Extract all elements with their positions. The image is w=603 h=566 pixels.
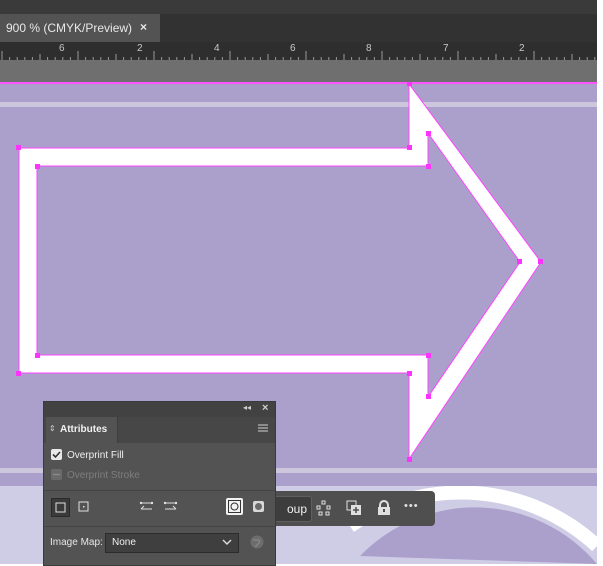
horizontal-ruler: 6 2 4 6 8 7 2 (0, 42, 597, 61)
ruler-number: 2 (137, 43, 143, 54)
image-map-label: Image Map: (50, 537, 103, 548)
arrange-left-icon[interactable] (138, 498, 155, 515)
tab-attributes-label: Attributes (60, 424, 108, 435)
ruler-number: 6 (290, 43, 296, 54)
panel-header: ◂◂ × (44, 402, 275, 417)
ruler-ticks (1, 51, 596, 60)
menu-icon[interactable] (257, 422, 269, 437)
tab-bar: 900 % (CMYK/Preview) × (0, 0, 597, 42)
contextual-task-bar: oup ••• (268, 491, 435, 526)
collapse-icon[interactable]: ◂◂ (243, 403, 251, 412)
arrange-right-icon[interactable] (162, 498, 179, 515)
close-panel-icon[interactable]: × (262, 402, 268, 414)
overprint-fill-checkbox[interactable] (51, 449, 62, 460)
updown-icon: ⇕ (49, 424, 56, 433)
nodes-icon[interactable] (316, 500, 332, 521)
document-tab[interactable]: 900 % (CMYK/Preview) × (0, 14, 160, 42)
tab-attributes[interactable]: ⇕ Attributes (46, 417, 118, 443)
tab-bar-top (0, 0, 597, 14)
ruler-number: 7 (443, 43, 449, 54)
shape-fill-icon[interactable] (51, 498, 70, 517)
ruler-number: 6 (59, 43, 65, 54)
lock-icon[interactable] (376, 500, 392, 521)
overprint-fill-label: Overprint Fill (67, 450, 124, 461)
divider (44, 526, 275, 527)
ruler-number: 8 (366, 43, 372, 54)
pasteboard (0, 60, 597, 82)
window-edge (597, 0, 603, 564)
image-map-select[interactable]: None (105, 533, 239, 553)
divider (44, 490, 275, 491)
rounded-square-icon[interactable] (250, 498, 267, 515)
overprint-stroke-checkbox (51, 469, 62, 480)
close-tab-icon[interactable]: × (140, 20, 147, 34)
dotted-square-icon[interactable] (75, 498, 92, 515)
chevron-down-icon (222, 536, 232, 551)
document-tab-title: 900 % (CMYK/Preview) (6, 21, 133, 35)
ruler-number: 4 (214, 43, 220, 54)
circle-in-square-icon[interactable] (226, 498, 243, 515)
attributes-panel: ◂◂ × ⇕ Attributes Overprint Fill Overpri… (43, 401, 276, 566)
ruler-number: 2 (519, 43, 525, 54)
globe-icon (249, 534, 265, 553)
image-map-value: None (112, 537, 136, 548)
duplicate-icon[interactable] (346, 500, 362, 521)
more-icon[interactable]: ••• (404, 500, 419, 512)
overprint-stroke-label: Overprint Stroke (67, 470, 140, 481)
